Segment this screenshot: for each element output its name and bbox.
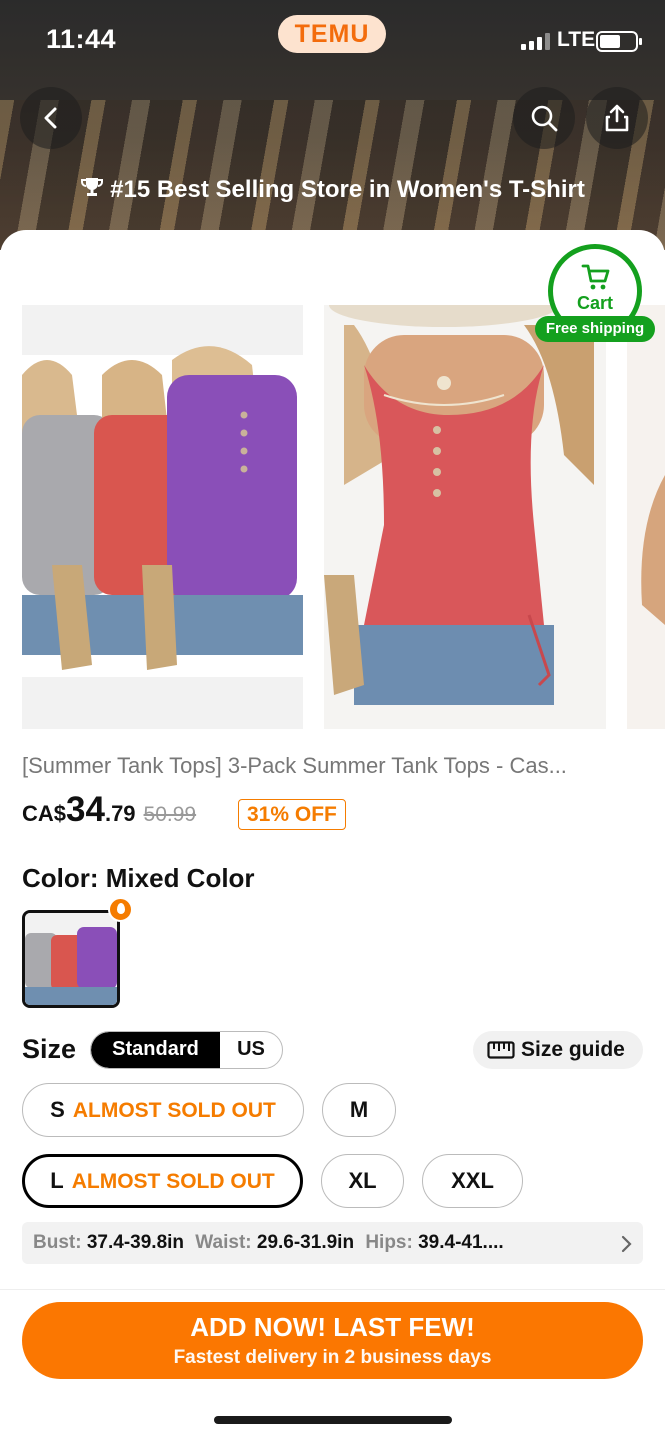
product-image-3-partial[interactable]: [627, 305, 665, 729]
color-label: Color: Mixed Color: [22, 863, 255, 893]
price-row: CA$ 34 .79 50.99: [22, 790, 196, 830]
temu-app-pill[interactable]: TEMU: [278, 15, 386, 53]
cart-icon: [581, 264, 610, 290]
size-option-m[interactable]: M: [322, 1083, 396, 1137]
price-whole: 34: [66, 790, 105, 829]
size-letter: M: [349, 1097, 369, 1122]
share-icon: [605, 104, 629, 132]
discount-badge: 31% OFF: [238, 799, 346, 830]
stock-warning: ALMOST SOLD OUT: [71, 1170, 275, 1193]
hips-value: 39.4-41....: [418, 1232, 504, 1253]
price-currency: CA$: [22, 801, 67, 826]
waist-value: 29.6-31.9in: [256, 1232, 355, 1253]
back-icon: [44, 107, 57, 129]
back-button[interactable]: [20, 87, 82, 149]
stock-warning: ALMOST SOLD OUT: [72, 1099, 276, 1122]
status-bar: 11:44 TEMU LTE: [0, 0, 665, 80]
product-image-1[interactable]: [22, 305, 303, 729]
signal-icon: [521, 33, 550, 50]
home-indicator[interactable]: [214, 1416, 452, 1424]
free-shipping-badge: Free shipping: [535, 316, 655, 342]
waist-key: Waist:: [195, 1232, 252, 1253]
product-photo-partial: [627, 305, 665, 729]
size-guide-label: Size guide: [521, 1038, 625, 1061]
size-system-toggle: Standard US: [90, 1031, 283, 1069]
ruler-icon: [487, 1041, 515, 1059]
banner-text: #15 Best Selling Store in Women's T-Shir…: [110, 176, 585, 203]
best-seller-banner[interactable]: #15 Best Selling Store in Women's T-Shir…: [0, 175, 665, 204]
product-title[interactable]: [Summer Tank Tops] 3-Pack Summer Tank To…: [22, 753, 647, 779]
hips-key: Hips:: [365, 1232, 413, 1253]
size-letter: L: [50, 1168, 64, 1193]
cta-subtitle: Fastest delivery in 2 business days: [173, 1347, 492, 1368]
size-label: Size: [22, 1034, 77, 1064]
size-letter: XL: [348, 1168, 377, 1193]
color-swatch-mixed[interactable]: [22, 910, 120, 1008]
size-measurements-row[interactable]: Bust: 37.4-39.8in Waist: 29.6-31.9in Hip…: [22, 1222, 643, 1264]
cta-title: ADD NOW! LAST FEW!: [190, 1312, 475, 1342]
size-option-xxl[interactable]: XXL: [422, 1154, 523, 1208]
divider: [0, 1289, 665, 1290]
size-letter: XXL: [451, 1168, 494, 1193]
size-letter: S: [50, 1097, 65, 1122]
hot-fire-icon: [108, 897, 133, 922]
swatch-thumbnail: [25, 913, 117, 1005]
tab-standard[interactable]: Standard: [91, 1032, 220, 1068]
old-price: 50.99: [143, 803, 197, 826]
search-button[interactable]: [513, 87, 575, 149]
price-cents: .79: [104, 801, 136, 826]
size-option-l[interactable]: L ALMOST SOLD OUT: [22, 1154, 303, 1208]
chevron-right-icon: [621, 1235, 632, 1253]
tab-us[interactable]: US: [220, 1032, 282, 1068]
add-to-cart-button[interactable]: ADD NOW! LAST FEW! Fastest delivery in 2…: [22, 1302, 643, 1379]
product-photo-red-tank: [324, 305, 606, 729]
search-icon: [531, 105, 558, 132]
status-time: 11:44: [46, 24, 117, 54]
trophy-icon: [81, 178, 104, 196]
cart-label: Cart: [576, 293, 613, 313]
size-option-s[interactable]: S ALMOST SOLD OUT: [22, 1083, 304, 1137]
size-guide-button[interactable]: Size guide: [473, 1031, 643, 1069]
battery-icon: [596, 31, 642, 52]
network-label: LTE: [557, 28, 596, 51]
share-button[interactable]: [586, 87, 648, 149]
product-photo-three-tanks: [22, 305, 303, 729]
bust-key: Bust:: [33, 1232, 82, 1253]
bust-value: 37.4-39.8in: [86, 1232, 185, 1253]
product-image-2[interactable]: [324, 305, 606, 729]
size-option-xl[interactable]: XL: [321, 1154, 404, 1208]
